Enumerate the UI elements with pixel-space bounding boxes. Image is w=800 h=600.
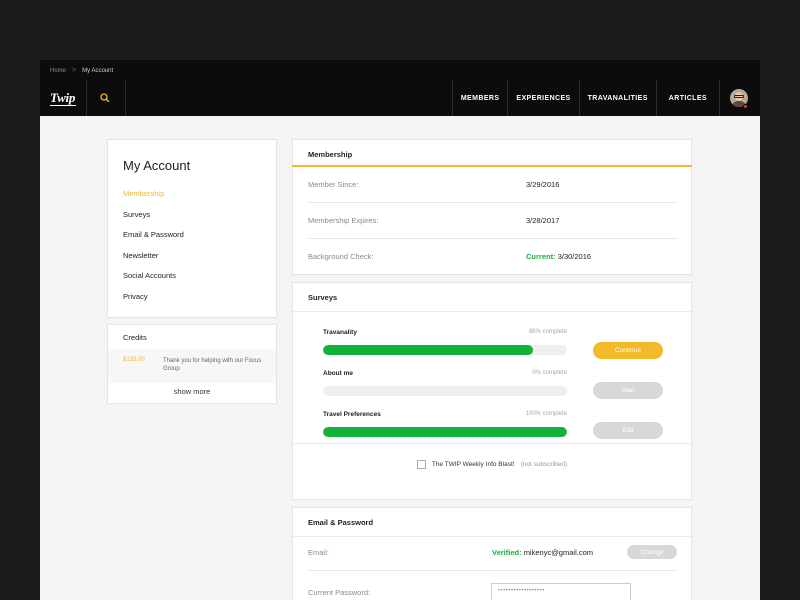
- sidebar-item-newsletter[interactable]: Newsletter: [123, 251, 184, 272]
- show-more-link[interactable]: show more: [108, 387, 276, 396]
- survey-name: About me: [323, 370, 353, 377]
- edit-button[interactable]: Edit: [593, 422, 663, 439]
- divider: [86, 80, 87, 116]
- newsletter-row: The TWIP Weekly Info Blast! (not subscri…: [293, 460, 691, 469]
- breadcrumb-current: My Account: [82, 67, 114, 74]
- email-verified-status: Verified:: [492, 548, 522, 557]
- nav-articles[interactable]: ARTICLES: [655, 80, 720, 116]
- current-password-field[interactable]: ••••••••••••••••••: [491, 583, 631, 600]
- breadcrumb: Home > My Account: [50, 67, 113, 74]
- sidebar-item-membership[interactable]: Membership: [123, 189, 184, 210]
- credit-amount: $125.00: [123, 357, 145, 363]
- credit-entry: $125.00 Thank you for helping with our F…: [108, 349, 276, 383]
- account-sidebar: My Account Membership Surveys Email & Pa…: [107, 139, 277, 318]
- start-button[interactable]: Start: [593, 382, 663, 399]
- change-email-button[interactable]: Change: [627, 545, 677, 559]
- nav-members[interactable]: MEMBERS: [451, 80, 508, 116]
- sidebar-item-email-password[interactable]: Email & Password: [123, 230, 184, 251]
- member-since-value: 3/29/2016: [526, 180, 560, 189]
- background-check-date: 3/30/2016: [557, 252, 592, 261]
- newsletter-status: (not subscribed): [520, 461, 568, 468]
- membership-panel: Membership Member Since: 3/29/2016 Membe…: [292, 139, 692, 275]
- sidebar-item-social-accounts[interactable]: Social Accounts: [123, 271, 184, 292]
- notification-dot: [743, 104, 748, 109]
- sidebar-menu: Membership Surveys Email & Password News…: [123, 189, 184, 312]
- membership-expires-value: 3/28/2017: [526, 216, 560, 225]
- email-password-panel: Email & Password Email: Verified: mikeny…: [292, 507, 692, 600]
- avatar-glasses: [734, 95, 744, 98]
- top-bar: Home > My Account Twip MEMBERS EXPERIENC…: [40, 60, 760, 116]
- continue-button[interactable]: Continue: [593, 342, 663, 359]
- survey-progress-bar: [323, 427, 567, 437]
- search-button[interactable]: [98, 91, 112, 105]
- survey-progress-text: 86% complete: [528, 329, 567, 335]
- accent-underline: [292, 165, 692, 167]
- email-password-title: Email & Password: [308, 518, 374, 527]
- logo-underline: [50, 105, 76, 106]
- surveys-panel: Surveys Travanality 86% complete Continu…: [292, 282, 692, 521]
- panel-divider: [293, 536, 691, 537]
- email-address: mikenyc@gmail.com: [523, 548, 593, 557]
- survey-name: Travanality: [323, 329, 357, 336]
- credits-card: Credits $125.00 Thank you for helping wi…: [107, 324, 277, 404]
- sidebar-item-privacy[interactable]: Privacy: [123, 292, 184, 313]
- row-divider: [308, 570, 678, 571]
- survey-name: Travel Preferences: [323, 411, 381, 418]
- survey-progress-bar: [323, 386, 567, 396]
- newsletter-checkbox[interactable]: [416, 460, 426, 469]
- breadcrumb-home[interactable]: Home: [50, 68, 66, 74]
- credits-title: Credits: [123, 333, 147, 342]
- survey-progress-fill: [323, 427, 567, 437]
- row-divider: [308, 238, 678, 239]
- survey-progress-bar: [323, 345, 567, 355]
- nav-experiences[interactable]: EXPERIENCES: [507, 80, 578, 116]
- main-nav: MEMBERS EXPERIENCES TRAVANALITIES ARTICL…: [451, 80, 720, 116]
- current-password-label: Current Password:: [308, 588, 371, 597]
- app-window: Home > My Account Twip MEMBERS EXPERIENC…: [40, 60, 760, 600]
- newsletter-label: The TWIP Weekly Info Blast!: [431, 461, 515, 468]
- row-divider: [308, 202, 678, 203]
- background-check-label: Background Check:: [308, 252, 374, 261]
- breadcrumb-separator: >: [72, 67, 77, 74]
- surveys-title: Surveys: [308, 293, 338, 302]
- divider: [125, 80, 126, 116]
- sidebar-title: My Account: [123, 158, 191, 173]
- panel-divider: [293, 311, 691, 312]
- membership-expires-label: Membership Expires:: [308, 216, 379, 225]
- survey-progress-text: 100% complete: [525, 411, 567, 417]
- search-icon: [100, 93, 110, 103]
- email-value: Verified: mikenyc@gmail.com: [492, 548, 593, 557]
- background-check-status: Current:: [526, 252, 556, 261]
- panel-divider: [293, 443, 691, 444]
- background-check-value: Current: 3/30/2016: [526, 252, 591, 261]
- twip-logo[interactable]: Twip: [50, 90, 75, 106]
- survey-progress-fill: [323, 345, 533, 355]
- membership-title: Membership: [308, 150, 353, 159]
- survey-progress-text: 0% complete: [532, 370, 567, 376]
- credit-note: Thank you for helping with our Focus Gro…: [163, 358, 262, 372]
- email-label: Email:: [308, 548, 329, 557]
- member-since-label: Member Since:: [308, 180, 359, 189]
- sidebar-item-surveys[interactable]: Surveys: [123, 210, 184, 231]
- nav-travanalities[interactable]: TRAVANALITIES: [578, 80, 656, 116]
